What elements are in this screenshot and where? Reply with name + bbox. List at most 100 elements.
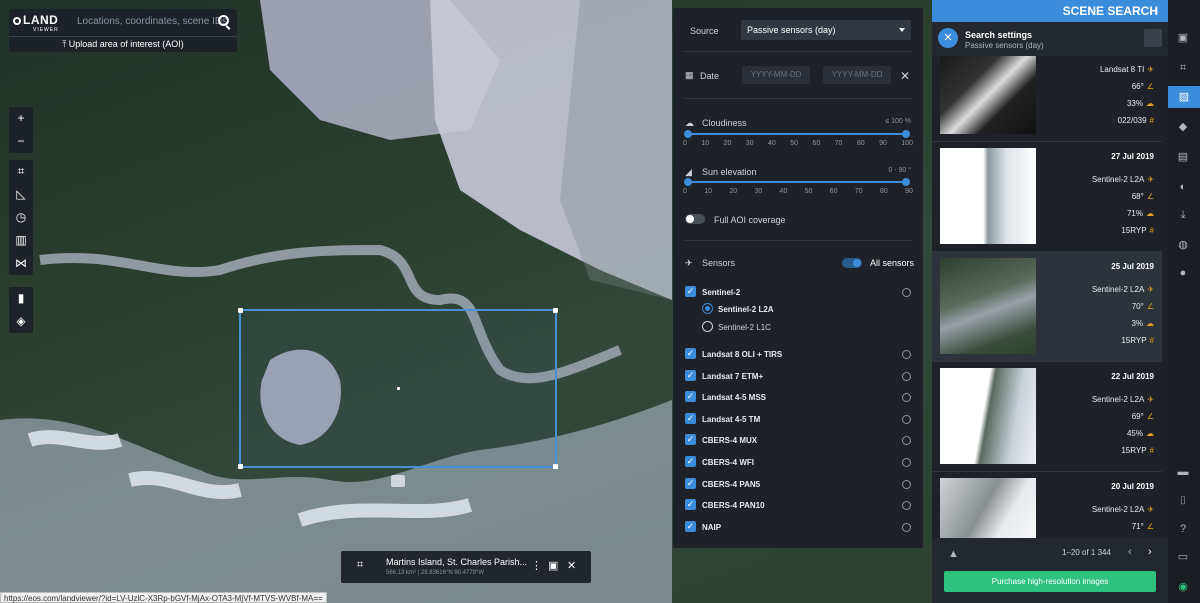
close-icon[interactable]: ✕: [567, 559, 576, 572]
scene-card[interactable]: 27 Jul 2019 Sentinel-2 L2A ✈ 68° ∠ 71% ☁ 15RYP #: [932, 142, 1162, 252]
scene-cloud: 45% ☁: [1126, 429, 1154, 438]
slider-handle[interactable]: [684, 130, 692, 138]
aoi-icon[interactable]: ⌗: [1176, 61, 1190, 75]
info-icon[interactable]: [902, 501, 911, 511]
search-icon[interactable]: [218, 15, 229, 26]
sensor-checkbox[interactable]: ✓: [685, 434, 696, 446]
full-aoi-label: Full AOI coverage: [714, 215, 786, 225]
info-icon[interactable]: [902, 522, 911, 532]
info-icon[interactable]: [902, 479, 911, 489]
scene-card[interactable]: Landsat 8 TI ✈ 66° ∠ 33% ☁ 022/039 #: [932, 56, 1162, 142]
purchase-button[interactable]: Purchase high-resolution images: [944, 571, 1156, 592]
cloudiness-slider[interactable]: [684, 130, 910, 138]
sensor-checkbox[interactable]: ✓: [685, 477, 696, 489]
help-icon[interactable]: ?: [1176, 522, 1190, 536]
scene-thumbnail[interactable]: [940, 368, 1036, 464]
save-aoi-icon[interactable]: [391, 475, 405, 487]
aoi-handle[interactable]: [553, 464, 558, 469]
info-icon[interactable]: [902, 371, 911, 381]
collapse-chevron-icon[interactable]: ›: [1154, 0, 1158, 22]
sensor-checkbox[interactable]: ✓: [685, 456, 696, 467]
slider-handle[interactable]: [902, 178, 910, 186]
upload-aoi-button[interactable]: ⤒ Upload area of interest (AOI): [9, 36, 237, 52]
cloud-icon: ☁: [685, 118, 694, 128]
feedback-icon[interactable]: ▭: [1176, 550, 1190, 564]
scene-thumbnail[interactable]: [940, 258, 1036, 354]
zoom-out-button[interactable]: −: [9, 130, 33, 153]
date-from-input[interactable]: YYYY-MM-DD: [742, 66, 810, 84]
cube-icon[interactable]: ◈: [9, 310, 33, 333]
save-icon[interactable]: ▣: [548, 559, 558, 572]
globe-icon[interactable]: ◍: [1176, 238, 1190, 252]
chart-icon[interactable]: ▮: [9, 287, 33, 310]
full-aoi-toggle[interactable]: [685, 214, 705, 224]
date-to-input[interactable]: YYYY-MM-DD: [823, 66, 891, 84]
info-icon[interactable]: [902, 393, 911, 403]
aoi-handle[interactable]: [238, 308, 243, 313]
sensor-checkbox[interactable]: ✓: [685, 348, 696, 359]
share-icon[interactable]: ⋈: [9, 252, 33, 275]
image-icon[interactable]: ▨: [1168, 86, 1200, 108]
cart-icon[interactable]: ⌷: [1176, 494, 1190, 508]
info-icon[interactable]: [902, 350, 911, 359]
chart-icon[interactable]: ▤: [1176, 150, 1190, 164]
tick-label: 50: [804, 188, 813, 195]
prev-page-icon[interactable]: ‹: [1128, 546, 1132, 558]
aoi-handle[interactable]: [553, 308, 558, 313]
info-icon[interactable]: [902, 288, 911, 297]
bell-icon[interactable]: ▲: [948, 548, 959, 560]
scene-sun: 70° ∠: [1131, 302, 1154, 311]
scene-date: 25 Jul 2019: [1111, 262, 1154, 271]
aoi-handle[interactable]: [238, 464, 243, 469]
timelapse-icon[interactable]: ◷: [9, 206, 33, 229]
scene-card[interactable]: 22 Jul 2019 Sentinel-2 L2A ✈ 69° ∠ 45% ☁ 15RYP #: [932, 362, 1162, 472]
sensor-checkbox[interactable]: ✓: [685, 499, 696, 511]
sun-elevation-slider[interactable]: [684, 178, 910, 186]
sensor-checkbox[interactable]: ✓: [685, 391, 696, 403]
aoi-shape-icon: ⌗: [357, 559, 364, 571]
next-page-icon[interactable]: ›: [1148, 546, 1152, 558]
book-icon[interactable]: ▥: [9, 229, 33, 252]
scene-thumbnail[interactable]: [940, 478, 1036, 538]
chat-icon[interactable]: ▬: [1176, 465, 1190, 479]
search-settings-bar[interactable]: ✕ Search settings Passive sensors (day): [932, 22, 1168, 56]
more-icon[interactable]: ⋮: [531, 559, 542, 572]
search-settings-sub: Passive sensors (day): [965, 41, 1044, 50]
info-icon[interactable]: ●: [1176, 266, 1190, 280]
scene-thumbnail[interactable]: [940, 148, 1036, 244]
info-icon[interactable]: [902, 414, 911, 424]
settings-icon[interactable]: ▣: [1176, 31, 1190, 45]
slider-handle[interactable]: [684, 178, 692, 186]
cloud-icon: ☁: [1146, 429, 1154, 438]
sentinel2-l1c-radio[interactable]: [702, 321, 713, 332]
scene-date: 20 Jul 2019: [1111, 482, 1154, 491]
clear-date-icon[interactable]: ✕: [900, 69, 910, 83]
aoi-rectangle[interactable]: [238, 308, 558, 469]
scene-thumbnail[interactable]: [940, 56, 1036, 134]
slider-handle[interactable]: [902, 130, 910, 138]
all-sensors-toggle[interactable]: [842, 258, 862, 268]
layers-icon[interactable]: ◆: [1176, 120, 1190, 134]
search-input[interactable]: Locations, coordinates, scene IDs: [69, 12, 229, 32]
land-viewer-logo[interactable]: LAND VIEWER: [13, 13, 65, 35]
sentinel2-checkbox[interactable]: ✓: [685, 286, 696, 297]
sentinel2-l2a-radio[interactable]: [702, 303, 713, 314]
scene-card[interactable]: 20 Jul 2019Sentinel-2 L2A✈71°∠☁#: [932, 472, 1162, 538]
contrast-icon[interactable]: ◐: [1176, 180, 1190, 194]
sensor-checkbox[interactable]: ✓: [685, 412, 696, 424]
source-select[interactable]: Passive sensors (day): [741, 20, 911, 40]
measure-icon[interactable]: ◺: [9, 183, 33, 206]
close-settings-icon[interactable]: ✕: [938, 28, 958, 48]
contrast-icon[interactable]: [1144, 29, 1162, 47]
right-tool-rail: ▣ ⌗ ▨ ◆ ▤ ◐ ⤓ ◍ ● ▬ ⌷ ? ▭ ◉: [1168, 0, 1200, 603]
sensor-checkbox[interactable]: ✓: [685, 520, 696, 532]
sensor-checkbox[interactable]: ✓: [685, 369, 696, 381]
draw-aoi-icon[interactable]: ⌗: [9, 160, 33, 183]
download-icon[interactable]: ⤓: [1176, 208, 1190, 222]
info-icon[interactable]: [902, 436, 911, 446]
scene-card[interactable]: 25 Jul 2019 Sentinel-2 L2A ✈ 70° ∠ 3% ☁ 15RYP #: [932, 252, 1162, 362]
info-icon[interactable]: [902, 458, 911, 467]
sun-angle-icon: ∠: [1146, 522, 1154, 531]
zoom-in-button[interactable]: +: [9, 107, 33, 130]
user-icon[interactable]: ◉: [1176, 580, 1190, 594]
